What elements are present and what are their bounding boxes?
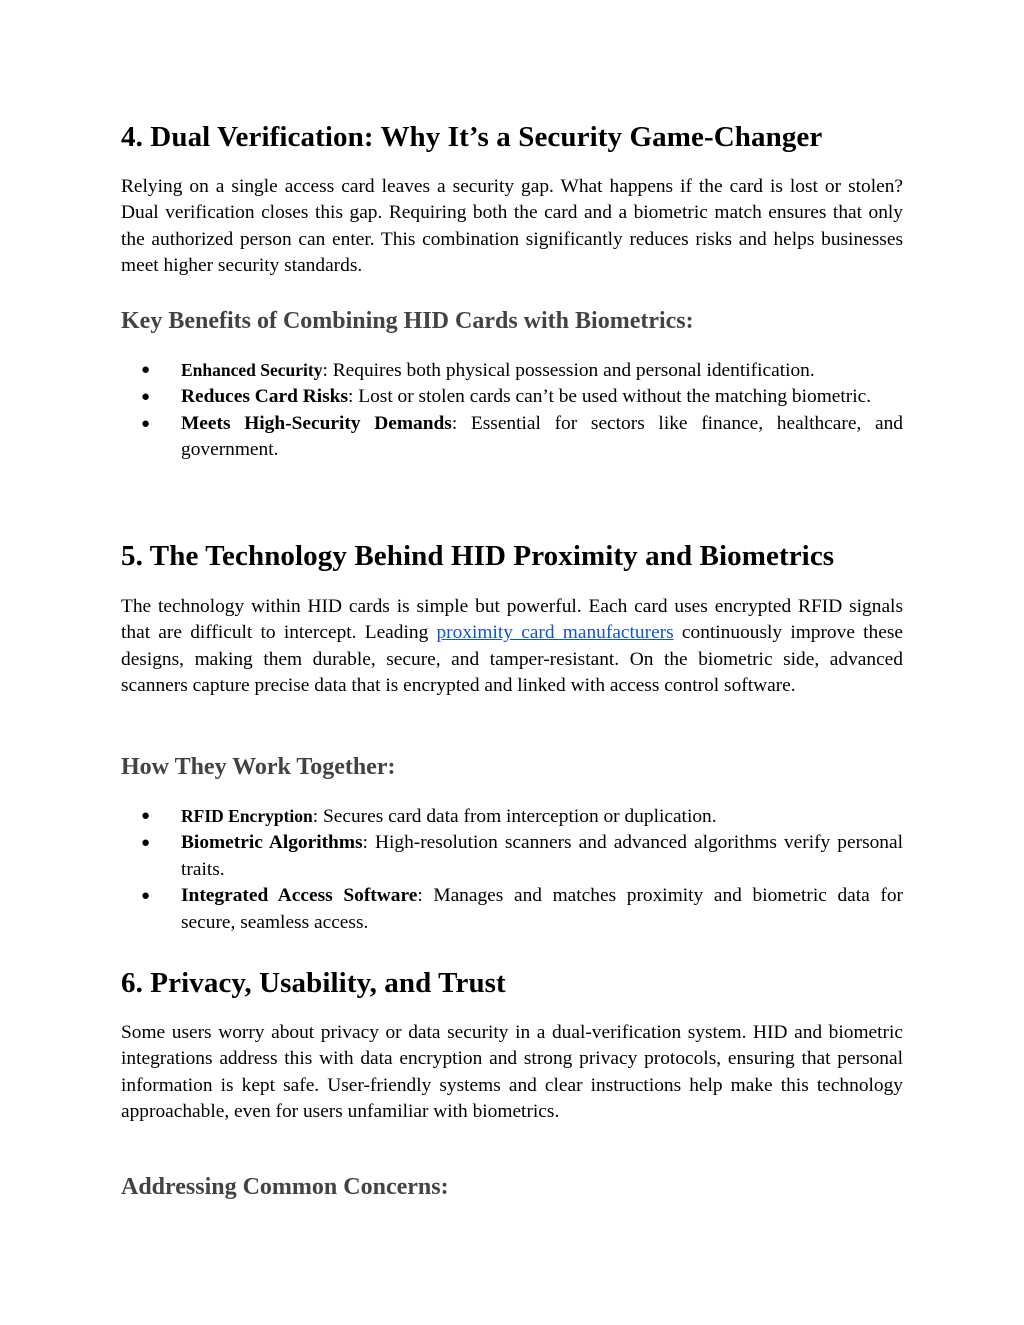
bullet-term: Enhanced Security [181,360,323,380]
section-6-paragraph: Some users worry about privacy or data s… [121,1022,903,1123]
section-4-paragraph: Relying on a single access card leaves a… [121,176,903,277]
key-benefits-subheading: Key Benefits of Combining HID Cards with… [121,308,694,334]
bullet-text: : Requires both physical possession and … [322,360,815,381]
how-they-work-subheading: How They Work Together: [121,754,396,780]
bullet-icon: ● [141,835,151,852]
bullet-term: Integrated Access Software [181,885,418,907]
section-4-heading: 4. Dual Verification: Why It’s a Securit… [121,121,823,153]
bullet-term: Reduces Card Risks [181,386,348,408]
bullet-icon: ● [141,362,151,378]
section-6-heading: 6. Privacy, Usability, and Trust [121,967,506,999]
proximity-card-manufacturers-link[interactable]: proximity card manufacturers [436,622,673,643]
bullet-term: RFID Encryption [181,806,313,826]
bullet-icon: ● [141,415,151,432]
bullet-icon: ● [141,808,151,824]
bullet-term: Biometric Algorithms [181,832,363,854]
bullet-text: : Secures card data from interception or… [312,806,717,827]
addressing-concerns-subheading: Addressing Common Concerns: [121,1174,449,1200]
list-item: ● Enhanced Security: Requires both physi… [121,357,903,384]
list-item: ● Meets High-Security Demands: Essential… [121,411,903,464]
list-item: ● RFID Encryption: Secures card data fro… [121,803,903,830]
list-item: ● Reduces Card Risks: Lost or stolen car… [121,384,903,410]
bullet-icon: ● [141,888,151,905]
list-item: ● Integrated Access Software: Manages an… [121,883,903,936]
bullet-icon: ● [141,389,151,406]
list-item: ● Biometric Algorithms: High-resolution … [121,830,903,883]
key-benefits-list: ● Enhanced Security: Requires both physi… [121,357,903,464]
how-they-work-list: ● RFID Encryption: Secures card data fro… [121,803,903,936]
bullet-term: Meets High-Security Demands [181,412,452,434]
section-5-heading: 5. The Technology Behind HID Proximity a… [121,540,835,572]
bullet-text: : Lost or stolen cards can’t be used wit… [348,386,872,408]
section-5-paragraph: The technology within HID cards is simpl… [121,594,903,700]
